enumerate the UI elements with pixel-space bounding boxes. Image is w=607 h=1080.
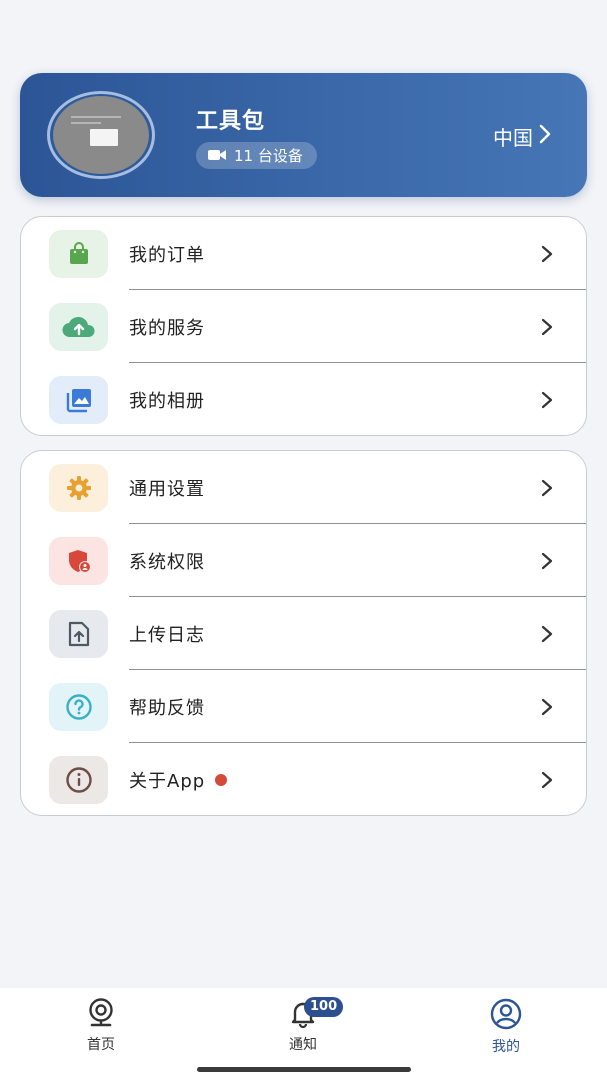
avatar-image (53, 96, 149, 174)
video-camera-icon (208, 147, 226, 165)
device-count-pill[interactable]: 11 台设备 (196, 142, 317, 169)
menu-item-label: 关于App (129, 770, 206, 792)
menu-item-album[interactable]: 我的相册 (21, 363, 586, 435)
menu-item-label-wrapper: 关于App (129, 767, 228, 793)
region-label: 中国 (493, 126, 533, 150)
menu-group-account: 我的订单 我的服务 我的相册 (20, 216, 587, 436)
menu-item-label: 我的服务 (129, 317, 205, 339)
menu-item-label: 上传日志 (129, 624, 205, 646)
chevron-right-icon (540, 245, 554, 263)
menu-item-label: 系统权限 (129, 551, 205, 573)
menu-item-label: 通用设置 (129, 478, 205, 500)
region-selector[interactable]: 中国 (493, 122, 551, 151)
menu-group-system: 通用设置 系统权限 上传日志 帮助反馈 关于App (20, 450, 587, 816)
nav-home[interactable]: 首页 (61, 998, 141, 1054)
menu-item-permissions[interactable]: 系统权限 (21, 524, 586, 597)
nav-notifications-label: 通知 (289, 1037, 317, 1053)
cloud-upload-icon (49, 302, 108, 351)
home-indicator[interactable] (197, 1067, 411, 1072)
menu-item-orders[interactable]: 我的订单 (21, 217, 586, 290)
notification-badge: 100 (304, 997, 344, 1017)
chevron-right-icon (540, 479, 554, 497)
menu-item-label: 我的订单 (129, 244, 205, 266)
shopping-bag-icon (49, 229, 108, 278)
menu-item-general-settings[interactable]: 通用设置 (21, 451, 586, 524)
nav-home-label: 首页 (87, 1037, 115, 1053)
menu-item-upload-log[interactable]: 上传日志 (21, 597, 586, 670)
menu-item-label: 我的相册 (129, 390, 205, 412)
user-profile-icon (490, 998, 522, 1034)
nav-mine[interactable]: 我的 (466, 998, 546, 1056)
help-icon (49, 682, 108, 731)
webcam-icon (86, 998, 116, 1032)
chevron-right-icon (539, 124, 551, 149)
info-icon (49, 755, 108, 804)
nav-mine-label: 我的 (492, 1039, 520, 1055)
nav-notifications[interactable]: 100 通知 (263, 997, 344, 1054)
profile-name: 工具包 (196, 109, 266, 134)
shield-user-icon (49, 536, 108, 585)
photo-album-icon (49, 375, 108, 424)
menu-item-help-feedback[interactable]: 帮助反馈 (21, 670, 586, 743)
chevron-right-icon (540, 552, 554, 570)
menu-item-services[interactable]: 我的服务 (21, 290, 586, 363)
chevron-right-icon (540, 698, 554, 716)
menu-item-label: 帮助反馈 (129, 697, 205, 719)
file-upload-icon (49, 609, 108, 658)
gear-icon (49, 463, 108, 512)
chevron-right-icon (540, 625, 554, 643)
chevron-right-icon (540, 391, 554, 409)
device-count-label: 11 台设备 (234, 147, 303, 165)
chevron-right-icon (540, 771, 554, 789)
new-indicator-dot (215, 773, 228, 786)
menu-item-about-app[interactable]: 关于App (21, 743, 586, 815)
avatar[interactable] (47, 91, 155, 179)
chevron-right-icon (540, 318, 554, 336)
